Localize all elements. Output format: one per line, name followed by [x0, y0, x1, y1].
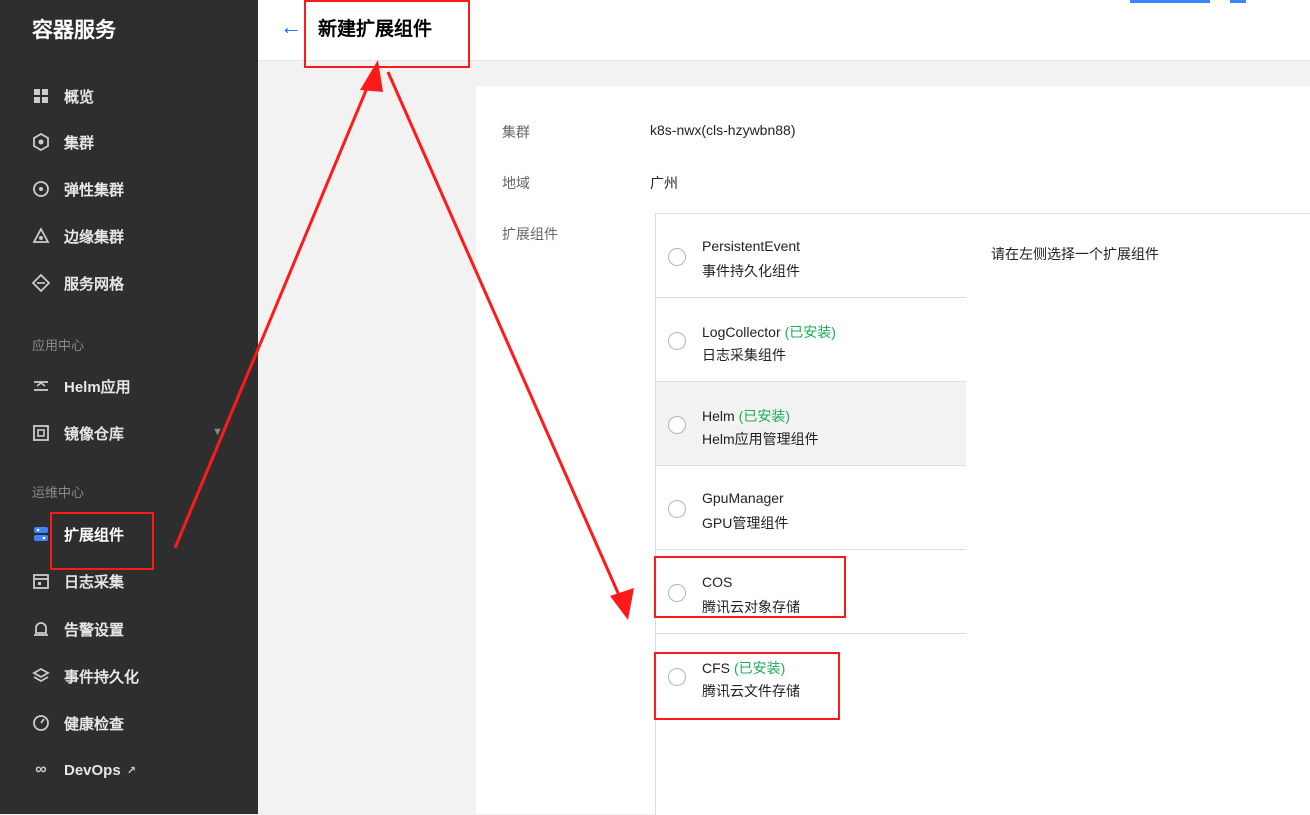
- sidebar-item-health[interactable]: 健康检查: [32, 709, 124, 737]
- addon-desc: 腾讯云对象存储: [702, 599, 800, 615]
- sidebar-item-label: 健康检查: [64, 715, 125, 733]
- sidebar-item-addons[interactable]: 扩展组件: [32, 520, 124, 548]
- top-link-fragment[interactable]: [1230, 0, 1246, 3]
- addon-name: GpuManager: [702, 490, 784, 506]
- addon-desc: GPU管理组件: [702, 515, 789, 531]
- addon-desc: 腾讯云文件存储: [702, 683, 800, 699]
- sidebar-item-edge[interactable]: 边缘集群: [32, 222, 124, 250]
- section-ops-center: 运维中心: [32, 485, 85, 500]
- installed-badge: (已安装): [784, 324, 836, 340]
- addon-icon: [32, 525, 50, 543]
- addon-name: Helm (已安装): [702, 408, 790, 424]
- sidebar-item-label: Helm应用: [64, 378, 131, 396]
- alarm-icon: [32, 620, 50, 638]
- sidebar-item-label: 服务网格: [64, 275, 125, 293]
- form-panel: 集群 k8s-nwx(cls-hzywbn88) 地域 广州 扩展组件 Pers…: [476, 86, 1310, 815]
- addon-option-cfs[interactable]: CFS (已安装) 腾讯云文件存储: [656, 634, 966, 717]
- sidebar-item-helm[interactable]: Helm应用: [32, 372, 131, 400]
- addon-option-helm[interactable]: Helm (已安装) Helm应用管理组件: [656, 382, 966, 466]
- sidebar-item-events[interactable]: 事件持久化: [32, 662, 139, 690]
- radio-button[interactable]: [668, 416, 686, 434]
- addon-desc: 事件持久化组件: [702, 263, 800, 279]
- sidebar-item-label: DevOps: [64, 761, 121, 779]
- sidebar-item-label: 事件持久化: [64, 668, 140, 686]
- addon-option-gpumanager[interactable]: GpuManager GPU管理组件: [656, 466, 966, 550]
- addon-name: LogCollector (已安装): [702, 324, 836, 340]
- infinity-icon: ∞: [35, 761, 47, 778]
- page-title: 新建扩展组件: [318, 19, 433, 40]
- region-value: 广州: [650, 175, 678, 191]
- calendar-icon: [32, 572, 50, 590]
- radio-button[interactable]: [668, 668, 686, 686]
- addon-desc: 日志采集组件: [702, 347, 786, 363]
- sidebar-item-label: 概览: [64, 88, 95, 106]
- installed-badge: (已安装): [734, 660, 786, 676]
- helm-icon: [32, 377, 50, 395]
- addon-name: CFS (已安装): [702, 660, 786, 676]
- arrow-head-up: [360, 60, 383, 92]
- addon-detail-pane: 请在左侧选择一个扩展组件: [966, 213, 1310, 815]
- sidebar-item-label: 日志采集: [64, 573, 125, 591]
- addon-name: COS: [702, 574, 733, 590]
- registry-icon: [32, 424, 50, 442]
- sidebar: 容器服务 概览 集群 弹性集群 边缘集群 服务网格 应用中心 Helm应用 镜像…: [0, 0, 258, 814]
- radio-button[interactable]: [668, 500, 686, 518]
- sidebar-item-label: 告警设置: [64, 621, 125, 639]
- section-app-center: 应用中心: [32, 338, 85, 353]
- sidebar-item-devops[interactable]: ∞ DevOps ↗: [32, 756, 136, 784]
- addon-option-persistentevent[interactable]: PersistentEvent 事件持久化组件: [656, 214, 966, 298]
- installed-badge: (已安装): [738, 408, 790, 424]
- addon-name: PersistentEvent: [702, 238, 801, 254]
- mesh-icon: [32, 274, 50, 292]
- sidebar-item-label: 扩展组件: [64, 526, 125, 544]
- sidebar-item-overview[interactable]: 概览: [32, 82, 94, 110]
- sidebar-item-registry[interactable]: 镜像仓库: [32, 419, 124, 447]
- page-header: ← 新建扩展组件: [258, 0, 1310, 61]
- sidebar-item-alarm[interactable]: 告警设置: [32, 615, 124, 643]
- sidebar-item-label: 镜像仓库: [64, 425, 125, 443]
- radio-button[interactable]: [668, 332, 686, 350]
- sidebar-title: 容器服务: [32, 19, 116, 42]
- sidebar-item-elastic[interactable]: 弹性集群: [32, 175, 124, 203]
- radio-button[interactable]: [668, 248, 686, 266]
- external-link-icon: ↗: [126, 764, 136, 777]
- chevron-down-icon[interactable]: ▼: [212, 426, 223, 438]
- region-label: 地域: [502, 175, 530, 191]
- addon-desc: Helm应用管理组件: [702, 431, 819, 447]
- back-arrow-icon[interactable]: ←: [280, 14, 302, 40]
- layers-icon: [32, 667, 50, 685]
- elastic-icon: [32, 180, 50, 198]
- sidebar-item-cluster[interactable]: 集群: [32, 128, 94, 156]
- addon-option-cos[interactable]: COS 腾讯云对象存储: [656, 550, 966, 634]
- grid-icon: [32, 87, 50, 105]
- addon-option-logcollector[interactable]: LogCollector (已安装) 日志采集组件: [656, 298, 966, 382]
- sidebar-item-log[interactable]: 日志采集: [32, 567, 124, 595]
- sidebar-item-label: 边缘集群: [64, 228, 125, 246]
- sidebar-item-mesh[interactable]: 服务网格: [32, 269, 124, 297]
- radio-button[interactable]: [668, 584, 686, 602]
- sidebar-item-label: 集群: [64, 134, 95, 152]
- cluster-label: 集群: [502, 124, 530, 140]
- sidebar-item-label: 弹性集群: [64, 181, 125, 199]
- addon-list: PersistentEvent 事件持久化组件 LogCollector (已安装…: [655, 213, 967, 815]
- health-icon: [32, 714, 50, 732]
- addon-label: 扩展组件: [502, 226, 558, 242]
- top-link-fragment[interactable]: [1130, 0, 1210, 3]
- edge-icon: [32, 227, 50, 245]
- cluster-value: k8s-nwx(cls-hzywbn88): [650, 122, 796, 138]
- detail-placeholder: 请在左侧选择一个扩展组件: [991, 246, 1159, 262]
- cluster-icon: [32, 133, 50, 151]
